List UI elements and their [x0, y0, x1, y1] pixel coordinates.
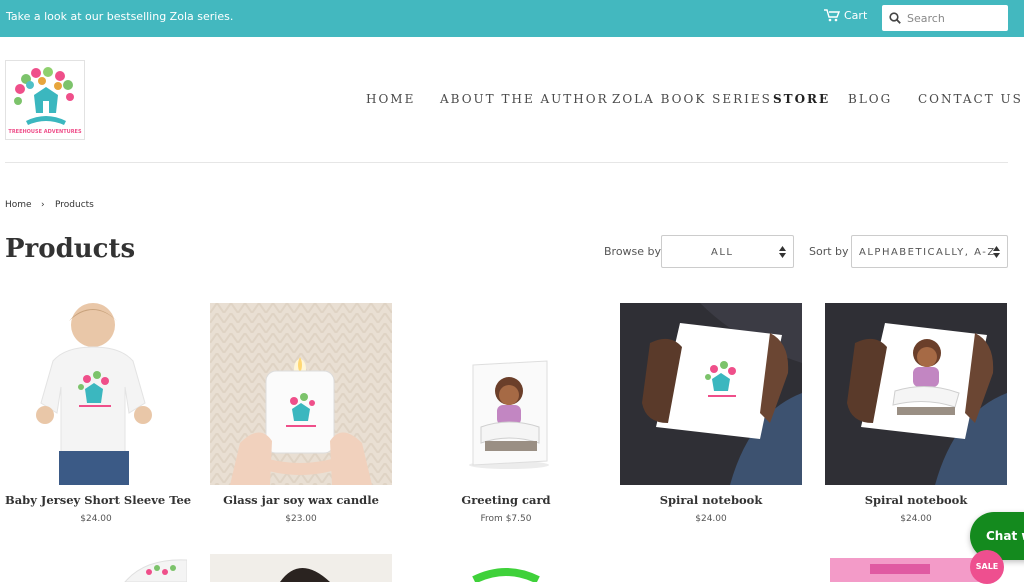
nav-contact-us[interactable]: CONTACT US: [918, 92, 1023, 106]
site-logo[interactable]: TREEHOUSE ADVENTURES: [5, 60, 85, 140]
product-name[interactable]: Glass jar soy wax candle: [210, 493, 392, 507]
product-image-candle[interactable]: [210, 303, 392, 485]
header-divider: [5, 162, 1008, 163]
product-price: $23.00: [285, 514, 317, 524]
product-image-peek[interactable]: [470, 554, 542, 582]
select-arrows-icon: [779, 246, 786, 258]
product-image-peek[interactable]: [830, 554, 980, 582]
product-card[interactable]: Glass jar soy wax candle $23.00: [210, 303, 392, 524]
product-name[interactable]: Baby Jersey Short Sleeve Tee: [5, 493, 191, 507]
product-price: $24.00: [695, 514, 727, 524]
product-name[interactable]: Spiral notebook: [825, 493, 1007, 507]
search-input[interactable]: [905, 10, 1005, 26]
treehouse-logo-image: TREEHOUSE ADVENTURES: [8, 67, 82, 135]
product-image-peek[interactable]: [115, 554, 187, 582]
browse-by-value: ALL: [711, 247, 734, 258]
chat-label: Chat w: [986, 529, 1024, 543]
product-image-peek[interactable]: [210, 554, 392, 582]
logo-text: TREEHOUSE ADVENTURES: [8, 129, 82, 135]
product-image-spiral-notebook-zola[interactable]: [825, 303, 1007, 485]
product-image-baby-tee[interactable]: [5, 303, 187, 485]
announcement-text[interactable]: Take a look at our bestselling Zola seri…: [6, 10, 233, 23]
select-arrows-icon: [993, 246, 1000, 258]
sort-by-select[interactable]: ALPHABETICALLY, A-Z: [851, 235, 1008, 268]
product-price: $24.00: [80, 514, 112, 524]
cart-link[interactable]: Cart: [824, 9, 867, 22]
nav-about-the-author[interactable]: ABOUT THE AUTHOR: [440, 92, 609, 106]
breadcrumb-current: Products: [55, 200, 94, 210]
sort-by-label: Sort by: [809, 245, 849, 258]
product-name[interactable]: Greeting card: [415, 493, 597, 507]
browse-by-label: Browse by: [604, 245, 662, 258]
search-icon[interactable]: [889, 12, 901, 24]
breadcrumb-home[interactable]: Home: [5, 200, 32, 210]
product-card[interactable]: Greeting card From $7.50: [415, 303, 597, 524]
product-price: From $7.50: [480, 514, 532, 524]
product-name[interactable]: Spiral notebook: [620, 493, 802, 507]
page-title: Products: [5, 234, 136, 264]
nav-zola-book-series[interactable]: ZOLA BOOK SERIES: [612, 92, 772, 106]
product-image-greeting-card[interactable]: [415, 303, 597, 485]
announcement-bar: Take a look at our bestselling Zola seri…: [0, 0, 1024, 37]
nav-home[interactable]: HOME: [366, 92, 415, 106]
product-image-spiral-notebook-logo[interactable]: [620, 303, 802, 485]
cart-label: Cart: [844, 9, 868, 22]
sale-badge[interactable]: SALE: [970, 550, 1004, 584]
cart-icon: [824, 9, 840, 22]
nav-store[interactable]: STORE: [773, 92, 830, 106]
breadcrumb-separator: ›: [41, 200, 45, 210]
product-card[interactable]: Spiral notebook $24.00: [620, 303, 802, 524]
nav-blog[interactable]: BLOG: [848, 92, 892, 106]
search-box[interactable]: [882, 5, 1008, 31]
sort-by-value: ALPHABETICALLY, A-Z: [859, 247, 996, 258]
product-card[interactable]: Spiral notebook $24.00: [825, 303, 1007, 524]
browse-by-select[interactable]: ALL: [661, 235, 794, 268]
product-card[interactable]: Baby Jersey Short Sleeve Tee $24.00: [5, 303, 191, 524]
